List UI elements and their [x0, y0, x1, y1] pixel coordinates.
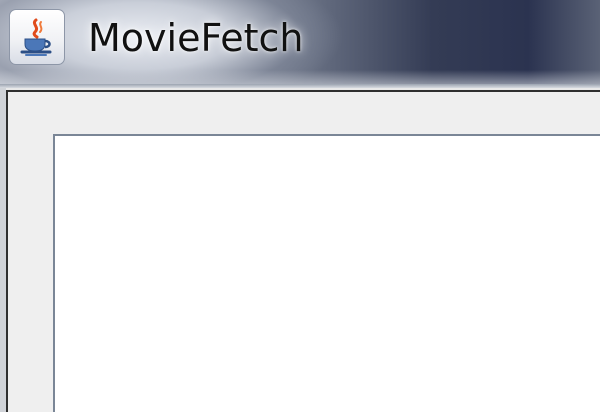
title-bar-glow	[0, 70, 600, 84]
window-title: MovieFetch	[88, 16, 304, 60]
content-panel[interactable]	[53, 134, 600, 412]
title-bar[interactable]: MovieFetch	[0, 0, 600, 84]
app-window: MovieFetch	[0, 0, 600, 412]
frame-top-edge	[0, 84, 600, 88]
java-coffee-cup-icon[interactable]	[9, 9, 65, 65]
java-cup-svg	[20, 18, 52, 56]
